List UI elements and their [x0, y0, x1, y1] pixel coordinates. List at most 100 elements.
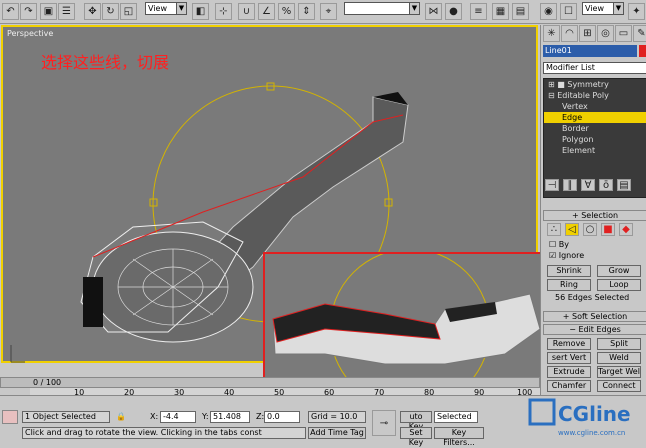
motion-tab-icon[interactable]: ◎	[597, 25, 614, 42]
curve-editor-icon[interactable]: ▦	[492, 3, 509, 20]
selection-count: 56 Edges Selected	[555, 293, 630, 302]
spinner-snap-icon[interactable]: ⇕	[298, 3, 315, 20]
select-icon[interactable]: ▣	[40, 3, 57, 20]
align-icon[interactable]: ●	[445, 3, 462, 20]
ref-coord-label: View	[148, 4, 167, 13]
stack-item-selected[interactable]: Edge	[544, 112, 646, 123]
axis-tripod	[10, 345, 25, 363]
grid-readout: Grid = 10.0	[308, 411, 366, 423]
auto-key-button[interactable]: uto Key	[400, 411, 432, 431]
set-key-button[interactable]: Set Key	[400, 427, 432, 447]
stack-item-label: Symmetry	[567, 80, 609, 89]
weld-button[interactable]: Weld	[597, 352, 641, 364]
create-tab-icon[interactable]: ✳	[543, 25, 560, 42]
chevron-down-icon: ▼	[176, 3, 186, 14]
inset-pipe-model	[272, 254, 541, 388]
angle-snap-icon[interactable]: ∠	[258, 3, 275, 20]
utilities-tab-icon[interactable]: ✎	[633, 25, 646, 42]
material-editor-icon[interactable]: ◉	[540, 3, 557, 20]
select-by-name-icon[interactable]: ☰	[58, 3, 75, 20]
maxscript-listener-icon[interactable]	[2, 410, 18, 424]
remove-modifier-icon[interactable]: ō	[599, 179, 613, 191]
extrude-button[interactable]: Extrude	[547, 366, 591, 378]
edit-edges-title: Edit Edges	[578, 325, 621, 334]
layer-icon[interactable]: ≡	[470, 3, 487, 20]
chamfer-button[interactable]: Chamfer	[547, 380, 591, 392]
stack-item[interactable]: Element	[544, 145, 646, 156]
pivot-icon[interactable]: ◧	[192, 3, 209, 20]
render-scene-icon[interactable]: ☐	[560, 3, 577, 20]
border-mode-icon[interactable]: ○	[583, 223, 597, 236]
scale-icon[interactable]: ◱	[120, 3, 137, 20]
soft-selection-rollout-title[interactable]: + Soft Selection	[543, 311, 646, 322]
snap-icon[interactable]: ∪	[238, 3, 255, 20]
selection-rollout-title[interactable]: + Selection	[543, 210, 646, 221]
shrink-button[interactable]: Shrink	[547, 265, 591, 277]
pin-stack-icon[interactable]: ⊣	[545, 179, 559, 191]
remove-button[interactable]: Remove	[547, 338, 591, 350]
vertex-mode-icon[interactable]: ∴	[547, 223, 561, 236]
loop-button[interactable]: Loop	[597, 279, 641, 291]
percent-snap-icon[interactable]: %	[278, 3, 295, 20]
view-dropdown[interactable]: View ▼	[582, 2, 624, 15]
mirror-icon[interactable]: ⋈	[425, 3, 442, 20]
lock-selection-icon[interactable]: 🔒	[116, 412, 126, 421]
grow-button[interactable]: Grow	[597, 265, 641, 277]
time-slider[interactable]: 0 / 100	[0, 377, 540, 388]
select-manipulate-icon[interactable]: ⊹	[215, 3, 232, 20]
quick-render-icon[interactable]: ✦	[628, 3, 645, 20]
named-selection-icon[interactable]: ⌖	[320, 3, 337, 20]
schematic-icon[interactable]: ▤	[512, 3, 529, 20]
make-unique-icon[interactable]: ∀	[581, 179, 595, 191]
display-tab-icon[interactable]: ▭	[615, 25, 632, 42]
element-mode-icon[interactable]: ◆	[619, 223, 633, 236]
stack-item[interactable]: Border	[544, 123, 646, 134]
watermark-url: www.cgline.com.cn	[558, 429, 625, 437]
edit-edges-rollout-title[interactable]: − Edit Edges	[543, 324, 646, 335]
rotate-icon[interactable]: ↻	[102, 3, 119, 20]
bowl-wireframe	[117, 248, 229, 326]
undo-icon[interactable]: ↶	[2, 3, 19, 20]
z-coordinate-field[interactable]: 0.0	[264, 411, 300, 423]
polygon-mode-icon[interactable]: ■	[601, 223, 615, 236]
stack-item-label: Editable Poly	[557, 91, 609, 100]
ring-button[interactable]: Ring	[547, 279, 591, 291]
ignore-backfacing-checkbox[interactable]: ☑ Ignore	[549, 251, 584, 260]
watermark: CGline www.cgline.com.cn	[478, 395, 646, 440]
object-color-swatch[interactable]	[639, 45, 646, 57]
y-coordinate-field[interactable]: 51.408	[210, 411, 250, 423]
set-key-icon[interactable]: ⊸	[372, 410, 396, 436]
modify-tab-icon[interactable]: ◠	[561, 25, 578, 42]
ref-coord-dropdown[interactable]: View ▼	[145, 2, 187, 15]
hierarchy-tab-icon[interactable]: ⊞	[579, 25, 596, 42]
show-end-result-icon[interactable]: ∥	[563, 179, 577, 191]
stack-item[interactable]: Polygon	[544, 134, 646, 145]
key-filters-button[interactable]: Key Filters...	[434, 427, 484, 447]
stack-item-label: Vertex	[562, 102, 588, 111]
x-coordinate-field[interactable]: -4.4	[160, 411, 196, 423]
insert-vertex-button[interactable]: sert Vert	[547, 352, 591, 364]
soft-selection-title: Soft Selection	[572, 312, 628, 321]
edge-mode-icon[interactable]: ◁	[565, 223, 579, 236]
stack-item[interactable]: Vertex	[544, 101, 646, 112]
move-icon[interactable]: ✥	[84, 3, 101, 20]
split-button[interactable]: Split	[597, 338, 641, 350]
by-label: By	[558, 240, 569, 249]
add-time-tag-button[interactable]: Add Time Tag	[308, 427, 366, 439]
redo-icon[interactable]: ↷	[20, 3, 37, 20]
modifier-list-dropdown[interactable]: Modifier List	[543, 62, 646, 74]
object-name-field[interactable]: Line01	[543, 45, 637, 57]
key-mode-dropdown[interactable]: Selected	[434, 411, 478, 423]
named-selection-dropdown[interactable]: ▼	[344, 2, 420, 15]
by-vertex-checkbox[interactable]: ☐ By	[549, 240, 569, 249]
command-panel: ✳ ◠ ⊞ ◎ ▭ ✎ Line01 Modifier List ⊞ ■ Sym…	[540, 25, 646, 410]
y-label: Y:	[202, 412, 209, 421]
stack-item-label: Polygon	[562, 135, 594, 144]
target-weld-button[interactable]: Target Wel	[597, 366, 641, 378]
stack-item[interactable]: ⊟ Editable Poly	[544, 90, 646, 101]
stack-item[interactable]: ⊞ ■ Symmetry	[544, 79, 646, 90]
stack-item-label: Element	[562, 146, 596, 155]
frame-counter[interactable]: 0 / 100	[33, 378, 61, 387]
configure-sets-icon[interactable]: ▤	[617, 179, 631, 191]
connect-button[interactable]: Connect	[597, 380, 641, 392]
